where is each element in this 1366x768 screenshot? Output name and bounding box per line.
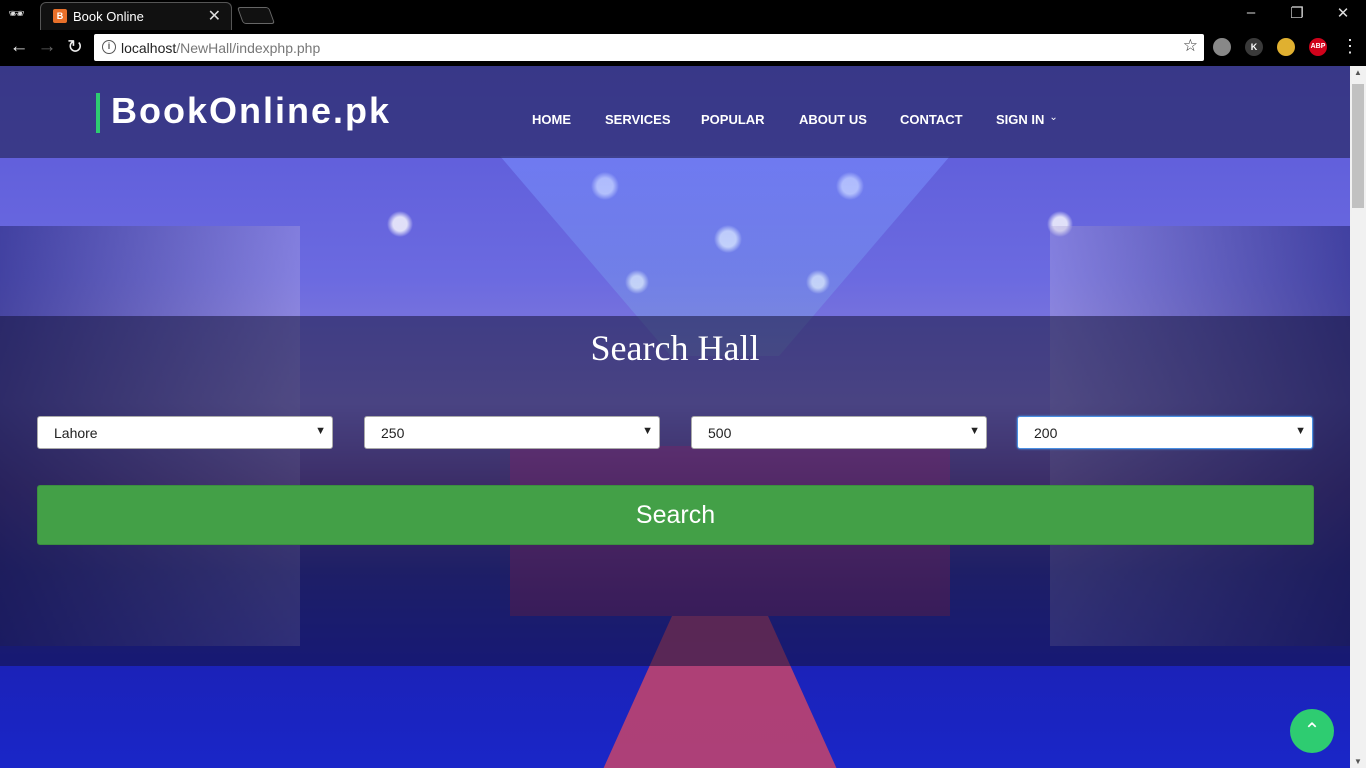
nav-item-contact[interactable]: CONTACT xyxy=(900,112,963,127)
bookmark-star-icon[interactable]: ☆ xyxy=(1183,36,1198,56)
url-text: localhost/NewHall/indexphp.php xyxy=(121,40,320,56)
globe-icon[interactable] xyxy=(1213,38,1231,56)
dropdown-arrow-icon: ▼ xyxy=(969,425,980,437)
adblock-plus-icon[interactable]: ABP xyxy=(1309,38,1327,56)
browser-menu-icon[interactable]: ⋮ xyxy=(1341,36,1359,57)
forward-icon[interactable]: → xyxy=(35,36,59,58)
incognito-icon: 🕶 xyxy=(8,6,25,21)
scroll-to-top-button[interactable]: ⌃ xyxy=(1290,709,1334,753)
new-tab-button[interactable] xyxy=(236,7,276,24)
capacity-min-select-value: 250 xyxy=(381,425,405,441)
capacity-min-select[interactable]: 250 ▼ xyxy=(364,416,660,449)
price-select-value: 200 xyxy=(1034,425,1058,441)
nav-item-sign-in[interactable]: SIGN IN ⌄ xyxy=(996,112,1058,127)
chevron-down-icon: ⌄ xyxy=(1049,112,1058,123)
browser-tab-bar: 🕶 B Book Online ✕ – ❐ ✕ xyxy=(0,0,1366,30)
dropdown-arrow-icon: ▼ xyxy=(642,425,653,437)
restore-icon[interactable]: ❐ xyxy=(1282,4,1312,22)
city-select-value: Lahore xyxy=(54,425,98,441)
dropdown-arrow-icon: ▼ xyxy=(315,425,326,437)
scroll-thumb[interactable] xyxy=(1352,84,1364,208)
logo-accent-bar xyxy=(96,93,100,133)
site-logo[interactable]: BookOnline.pk xyxy=(111,90,391,132)
page-scrollbar[interactable]: ▲ ▼ xyxy=(1350,66,1366,768)
city-select[interactable]: Lahore ▼ xyxy=(37,416,333,449)
nav-link-about-us[interactable]: ABOUT US xyxy=(799,112,867,127)
dropdown-arrow-icon: ▼ xyxy=(1295,425,1306,437)
address-bar[interactable]: i localhost/NewHall/indexphp.php ☆ xyxy=(94,34,1204,61)
nav-link-sign-in[interactable]: SIGN IN xyxy=(996,112,1044,127)
tab-close-icon[interactable]: ✕ xyxy=(208,6,221,26)
back-icon[interactable]: ← xyxy=(7,36,31,58)
capacity-max-select[interactable]: 500 ▼ xyxy=(691,416,987,449)
close-window-icon[interactable]: ✕ xyxy=(1328,4,1358,22)
nav-link-contact[interactable]: CONTACT xyxy=(900,112,963,127)
scroll-down-arrow-icon[interactable]: ▼ xyxy=(1354,757,1362,766)
chevron-up-icon: ⌃ xyxy=(1303,720,1321,742)
nav-item-about-us[interactable]: ABOUT US xyxy=(799,112,867,127)
info-icon[interactable]: i xyxy=(102,40,116,54)
price-select[interactable]: 200 ▼ xyxy=(1017,416,1313,449)
tab-favicon-icon: B xyxy=(53,9,67,23)
nav-item-home[interactable]: HOME xyxy=(532,112,571,127)
url-host: localhost xyxy=(121,40,177,56)
tab-title: Book Online xyxy=(73,9,144,24)
search-button[interactable]: Search xyxy=(37,485,1314,545)
site-header: BookOnline.pk HOME SERVICES POPULAR ABOU… xyxy=(0,66,1350,158)
capacity-max-select-value: 500 xyxy=(708,425,732,441)
minimize-icon[interactable]: – xyxy=(1236,4,1266,21)
reload-icon[interactable]: ↻ xyxy=(63,36,87,59)
nav-link-home[interactable]: HOME xyxy=(532,112,571,127)
nav-item-popular[interactable]: POPULAR xyxy=(701,112,765,127)
nav-link-popular[interactable]: POPULAR xyxy=(701,112,765,127)
scroll-up-arrow-icon[interactable]: ▲ xyxy=(1354,68,1362,77)
nav-item-services[interactable]: SERVICES xyxy=(605,112,671,127)
browser-toolbar: ← → ↻ i localhost/NewHall/indexphp.php ☆… xyxy=(0,30,1366,66)
browser-tab[interactable]: B Book Online ✕ xyxy=(40,2,232,30)
search-title: Search Hall xyxy=(590,328,760,368)
url-path: /NewHall/indexphp.php xyxy=(176,40,321,56)
nav-link-services[interactable]: SERVICES xyxy=(605,112,671,127)
page-viewport: BookOnline.pk HOME SERVICES POPULAR ABOU… xyxy=(0,66,1350,768)
pinwheel-extension-icon[interactable] xyxy=(1277,38,1295,56)
k-extension-icon[interactable]: K xyxy=(1245,38,1263,56)
